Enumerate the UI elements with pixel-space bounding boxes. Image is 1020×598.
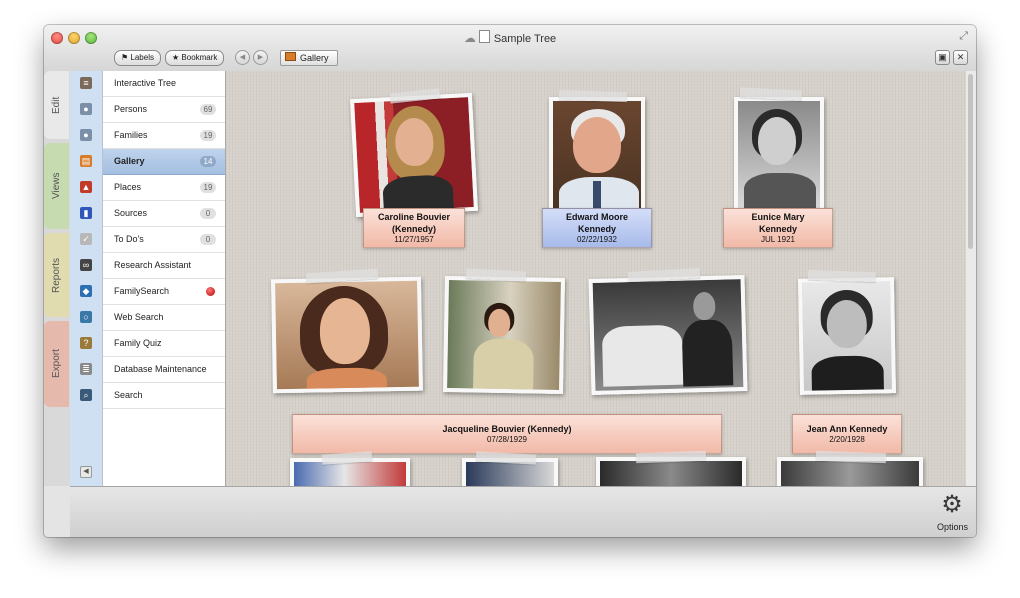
flag-icon: ⚑ <box>121 53 129 62</box>
sidebar-item-search[interactable]: Search <box>103 383 225 409</box>
card-label-caroline[interactable]: Caroline Bouvier (Kennedy) 11/27/1957 <box>363 208 465 248</box>
count-badge: 19 <box>200 130 216 141</box>
familysearch-icon[interactable]: ◆ <box>80 285 92 297</box>
star-icon: ★ <box>172 53 180 62</box>
photo-caroline[interactable] <box>349 92 479 218</box>
sidebar-item-families[interactable]: Families 19 <box>103 123 225 149</box>
sidebar-item-todos[interactable]: To Do's 0 <box>103 227 225 253</box>
sidebar-item-family-quiz[interactable]: Family Quiz <box>103 331 225 357</box>
sidebar-toggle-button[interactable]: ▣ <box>935 50 950 65</box>
family-icon[interactable]: ● <box>80 129 92 141</box>
forward-button[interactable]: ▶ <box>253 50 268 65</box>
photo-jacqueline-2[interactable] <box>442 275 566 395</box>
photo-jean-ann[interactable] <box>797 277 897 395</box>
sidebar-icon-column: ≡ ● ● ▤ ▲ ▮ ✓ ∞ ◆ ○ ? ≣ ⌕ ◀ <box>70 71 103 486</box>
tab-export[interactable]: Export <box>44 321 69 407</box>
collapse-sidebar-icon[interactable]: ◀ <box>80 466 92 478</box>
status-dot <box>206 287 215 296</box>
gallery-icon[interactable]: ▤ <box>80 155 92 167</box>
sidebar-item-database-maintenance[interactable]: Database Maintenance <box>103 357 225 383</box>
sidebar-item-web-search[interactable]: Web Search <box>103 305 225 331</box>
options-button[interactable]: Options <box>937 522 968 532</box>
globe-search-icon[interactable]: ○ <box>80 311 92 323</box>
sidebar-item-gallery[interactable]: Gallery 14 <box>103 149 225 175</box>
gallery-canvas: Caroline Bouvier (Kennedy) 11/27/1957 Ed… <box>226 71 966 486</box>
sidebar-item-places[interactable]: Places 19 <box>103 175 225 201</box>
card-label-eunice[interactable]: Eunice Mary Kennedy JUL 1921 <box>723 208 833 248</box>
sidebar-item-sources[interactable]: Sources 0 <box>103 201 225 227</box>
binoculars-icon[interactable]: ∞ <box>80 259 92 271</box>
breadcrumb[interactable]: Gallery <box>280 50 338 66</box>
database-icon[interactable]: ≣ <box>80 363 92 375</box>
question-icon[interactable]: ? <box>80 337 92 349</box>
tree-icon[interactable]: ≡ <box>80 77 92 89</box>
count-badge: 69 <box>200 104 216 115</box>
sidebar-item-familysearch[interactable]: FamilySearch <box>103 279 225 305</box>
sidebar-item-persons[interactable]: Persons 69 <box>103 97 225 123</box>
bookmark-button[interactable]: ★ Bookmark <box>165 50 225 66</box>
photo-jacqueline-1[interactable] <box>271 276 423 394</box>
tab-views[interactable]: Views <box>44 143 69 229</box>
photo-jacqueline-3[interactable] <box>588 274 748 396</box>
sidebar-item-interactive-tree[interactable]: Interactive Tree <box>103 71 225 97</box>
gallery-scrollbar[interactable] <box>966 71 976 486</box>
title-bar: ☁ Sample Tree ⤢ ⚑ Labels ★ Bookmark ◀ ▶ G… <box>44 25 976 72</box>
photo-eunice[interactable] <box>734 97 824 213</box>
close-view-button[interactable]: ✕ <box>953 50 968 65</box>
scrollbar-thumb[interactable] <box>968 74 973 249</box>
gallery-icon <box>285 52 296 61</box>
count-badge: 0 <box>200 234 216 245</box>
card-label-edward[interactable]: Edward Moore Kennedy 02/22/1932 <box>542 208 652 248</box>
tab-edit[interactable]: Edit <box>44 71 69 139</box>
back-button[interactable]: ◀ <box>235 50 250 65</box>
mode-tabs: Edit Views Reports Export <box>44 71 70 486</box>
magnifier-icon[interactable]: ⌕ <box>80 389 92 401</box>
bottom-bar: ⚙ Options <box>70 486 976 537</box>
window-title: ☁ Sample Tree <box>463 30 557 45</box>
gear-icon[interactable]: ⚙ <box>940 493 964 517</box>
card-label-jacqueline[interactable]: Jacqueline Bouvier (Kennedy) 07/28/1929 <box>292 414 722 454</box>
count-badge: 19 <box>200 182 216 193</box>
sidebar-list: Interactive Tree Persons 69 Families 19 Ga… <box>103 71 226 486</box>
labels-button[interactable]: ⚑ Labels <box>114 50 161 66</box>
book-icon[interactable]: ▮ <box>80 207 92 219</box>
tab-reports[interactable]: Reports <box>44 233 69 317</box>
app-window: ☁ Sample Tree ⤢ ⚑ Labels ★ Bookmark ◀ ▶ G… <box>44 25 976 537</box>
count-badge: 14 <box>200 156 216 167</box>
sidebar-item-research-assistant[interactable]: Research Assistant <box>103 253 225 279</box>
close-icon: ✕ <box>956 52 965 62</box>
map-pin-icon[interactable]: ▲ <box>80 181 92 193</box>
fullscreen-icon[interactable]: ⤢ <box>959 30 968 43</box>
count-badge: 0 <box>200 208 216 219</box>
checklist-icon[interactable]: ✓ <box>80 233 92 245</box>
cloud-icon: ☁ <box>463 31 476 45</box>
document-icon <box>478 30 490 43</box>
panel-icon: ▣ <box>938 52 947 62</box>
person-icon[interactable]: ● <box>80 103 92 115</box>
card-label-jean-ann[interactable]: Jean Ann Kennedy 2/20/1928 <box>792 414 902 454</box>
photo-edward[interactable] <box>549 97 645 213</box>
